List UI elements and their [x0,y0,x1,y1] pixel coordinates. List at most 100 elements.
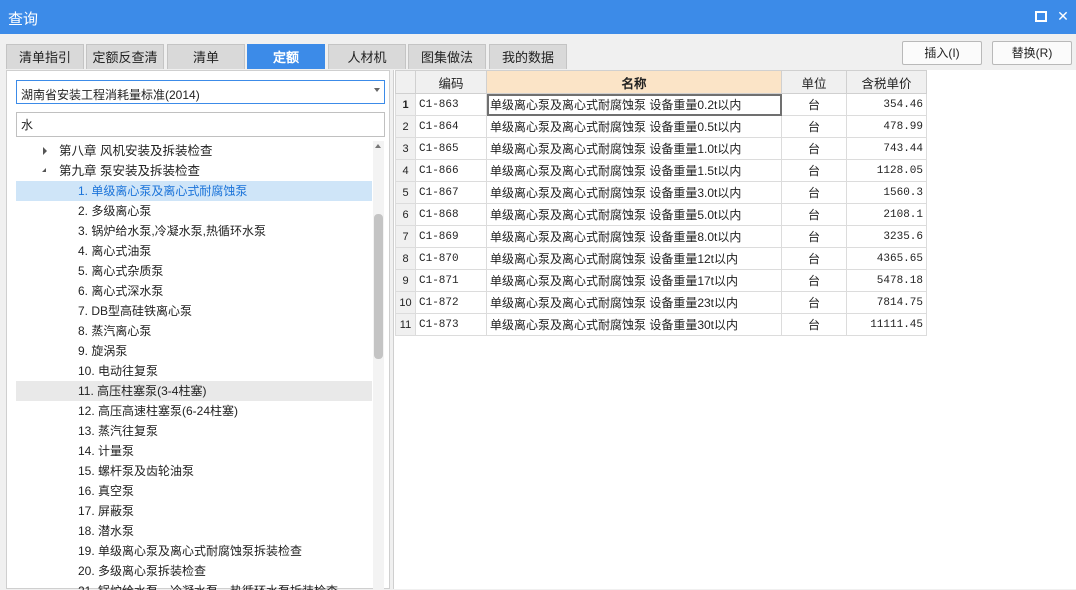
unit-cell[interactable]: 台 [781,159,847,182]
row-number-cell[interactable]: 5 [395,181,416,204]
price-cell[interactable]: 2108.1 [846,203,927,226]
code-cell[interactable]: C1-867 [415,181,487,204]
tree-item[interactable]: 10. 电动往复泵 [16,361,372,381]
name-cell[interactable]: 单级离心泵及离心式耐腐蚀泵 设备重量3.0t以内 [486,181,782,204]
code-cell[interactable]: C1-863 [415,93,487,116]
tree-item[interactable]: 15. 螺杆泵及齿轮油泵 [16,461,372,481]
row-number-cell[interactable]: 6 [395,203,416,226]
unit-cell[interactable]: 台 [781,291,847,314]
close-icon[interactable]: ✕ [1056,9,1070,23]
tree-item[interactable]: 18. 潜水泵 [16,521,372,541]
unit-cell[interactable]: 台 [781,269,847,292]
tree-item[interactable]: 13. 蒸汽往复泵 [16,421,372,441]
price-cell[interactable]: 11111.45 [846,313,927,336]
tab-list[interactable]: 清单 [167,44,245,69]
tree-item[interactable]: 3. 锅炉给水泵,冷凝水泵,热循环水泵 [16,221,372,241]
price-cell[interactable]: 743.44 [846,137,927,160]
unit-cell[interactable]: 台 [781,225,847,248]
name-cell[interactable]: 单级离心泵及离心式耐腐蚀泵 设备重量12t以内 [486,247,782,270]
price-header[interactable]: 含税单价 [846,70,927,94]
unit-cell[interactable]: 台 [781,137,847,160]
tree-item[interactable]: 4. 离心式油泵 [16,241,372,261]
code-cell[interactable]: C1-870 [415,247,487,270]
replace-button[interactable]: 替换(R) [992,41,1072,65]
row-number-cell[interactable]: 1 [395,93,416,116]
table-row[interactable]: 2 C1-864 单级离心泵及离心式耐腐蚀泵 设备重量0.5t以内台 478.99 [395,115,927,138]
code-cell[interactable]: C1-872 [415,291,487,314]
tab-quota-reverse-lookup[interactable]: 定额反查清单 [86,44,164,90]
table-row[interactable]: 5 C1-867 单级离心泵及离心式耐腐蚀泵 设备重量3.0t以内台 1560.3 [395,181,927,204]
code-cell[interactable]: C1-871 [415,269,487,292]
tree-item[interactable]: 20. 多级离心泵拆装检查 [16,561,372,581]
tree-item[interactable]: 16. 真空泵 [16,481,372,501]
name-cell[interactable]: 单级离心泵及离心式耐腐蚀泵 设备重量0.2t以内 [486,93,782,116]
tree-item[interactable]: 1. 单级离心泵及离心式耐腐蚀泵 [16,181,372,201]
scrollbar-thumb[interactable] [374,214,383,359]
insert-button[interactable]: 插入(I) [902,41,982,65]
code-cell[interactable]: C1-864 [415,115,487,138]
table-row[interactable]: 1 C1-863 单级离心泵及离心式耐腐蚀泵 设备重量0.2t以内台 354.46 [395,93,927,116]
maximize-icon[interactable] [1034,9,1048,23]
unit-cell[interactable]: 台 [781,181,847,204]
unit-cell[interactable]: 台 [781,313,847,336]
code-cell[interactable]: C1-869 [415,225,487,248]
name-cell[interactable]: 单级离心泵及离心式耐腐蚀泵 设备重量23t以内 [486,291,782,314]
unit-cell[interactable]: 台 [781,203,847,226]
tab-my-data[interactable]: 我的数据 [489,44,567,69]
price-cell[interactable]: 354.46 [846,93,927,116]
table-row[interactable]: 11 C1-873 单级离心泵及离心式耐腐蚀泵 设备重量30t以内台 11111.45 [395,313,927,336]
tree-scrollbar[interactable] [373,141,384,590]
tree-item[interactable]: 8. 蒸汽离心泵 [16,321,372,341]
price-cell[interactable]: 478.99 [846,115,927,138]
code-header[interactable]: 编码 [415,70,487,94]
table-row[interactable]: 3 C1-865 单级离心泵及离心式耐腐蚀泵 设备重量1.0t以内台 743.44 [395,137,927,160]
table-row[interactable]: 7 C1-869 单级离心泵及离心式耐腐蚀泵 设备重量8.0t以内台 3235.6 [395,225,927,248]
search-input[interactable] [16,112,385,137]
price-cell[interactable]: 7814.75 [846,291,927,314]
code-cell[interactable]: C1-866 [415,159,487,182]
price-cell[interactable]: 4365.65 [846,247,927,270]
scroll-up-icon[interactable] [375,144,381,148]
table-row[interactable]: 10 C1-872 单级离心泵及离心式耐腐蚀泵 设备重量23t以内台 7814.75 [395,291,927,314]
row-number-cell[interactable]: 11 [395,313,416,336]
tab-list-guide[interactable]: 清单指引 [6,44,84,69]
price-cell[interactable]: 3235.6 [846,225,927,248]
name-cell[interactable]: 单级离心泵及离心式耐腐蚀泵 设备重量17t以内 [486,269,782,292]
unit-cell[interactable]: 台 [781,93,847,116]
tree-item[interactable]: 2. 多级离心泵 [16,201,372,221]
tree-item[interactable]: 14. 计量泵 [16,441,372,461]
tab-atlas-method[interactable]: 图集做法 [408,44,486,69]
tree-chapter[interactable]: 第八章 风机安装及拆装检查 [16,141,372,161]
tree-item[interactable]: 12. 高压高速柱塞泵(6-24柱塞) [16,401,372,421]
collapse-triangle-icon[interactable] [42,168,46,172]
tab-quota[interactable]: 定额 [247,44,325,69]
row-number-cell[interactable]: 4 [395,159,416,182]
table-row[interactable]: 6 C1-868 单级离心泵及离心式耐腐蚀泵 设备重量5.0t以内台 2108.1 [395,203,927,226]
tree-item[interactable]: 11. 高压柱塞泵(3-4柱塞) [16,381,372,401]
row-number-cell[interactable]: 7 [395,225,416,248]
name-cell[interactable]: 单级离心泵及离心式耐腐蚀泵 设备重量8.0t以内 [486,225,782,248]
price-cell[interactable]: 1560.3 [846,181,927,204]
tree-item[interactable]: 6. 离心式深水泵 [16,281,372,301]
unit-cell[interactable]: 台 [781,247,847,270]
tree-item[interactable]: 7. DB型高硅铁离心泵 [16,301,372,321]
name-cell[interactable]: 单级离心泵及离心式耐腐蚀泵 设备重量0.5t以内 [486,115,782,138]
tree-item[interactable]: 9. 旋涡泵 [16,341,372,361]
row-number-cell[interactable]: 3 [395,137,416,160]
table-row[interactable]: 4 C1-866 单级离心泵及离心式耐腐蚀泵 设备重量1.5t以内台 1128.05 [395,159,927,182]
name-cell[interactable]: 单级离心泵及离心式耐腐蚀泵 设备重量30t以内 [486,313,782,336]
unit-header[interactable]: 单位 [781,70,847,94]
tree-item[interactable]: 19. 单级离心泵及离心式耐腐蚀泵拆装检查 [16,541,372,561]
name-header[interactable]: 名称 [486,70,782,94]
tree-chapter[interactable]: 第九章 泵安装及拆装检查 [16,161,372,181]
code-cell[interactable]: C1-865 [415,137,487,160]
name-cell[interactable]: 单级离心泵及离心式耐腐蚀泵 设备重量1.5t以内 [486,159,782,182]
row-number-cell[interactable]: 9 [395,269,416,292]
table-row[interactable]: 9 C1-871 单级离心泵及离心式耐腐蚀泵 设备重量17t以内台 5478.18 [395,269,927,292]
code-cell[interactable]: C1-873 [415,313,487,336]
price-cell[interactable]: 1128.05 [846,159,927,182]
expand-triangle-icon[interactable] [43,147,47,155]
tab-labor-material-machine[interactable]: 人材机 [328,44,406,69]
name-cell[interactable]: 单级离心泵及离心式耐腐蚀泵 设备重量1.0t以内 [486,137,782,160]
name-cell[interactable]: 单级离心泵及离心式耐腐蚀泵 设备重量5.0t以内 [486,203,782,226]
